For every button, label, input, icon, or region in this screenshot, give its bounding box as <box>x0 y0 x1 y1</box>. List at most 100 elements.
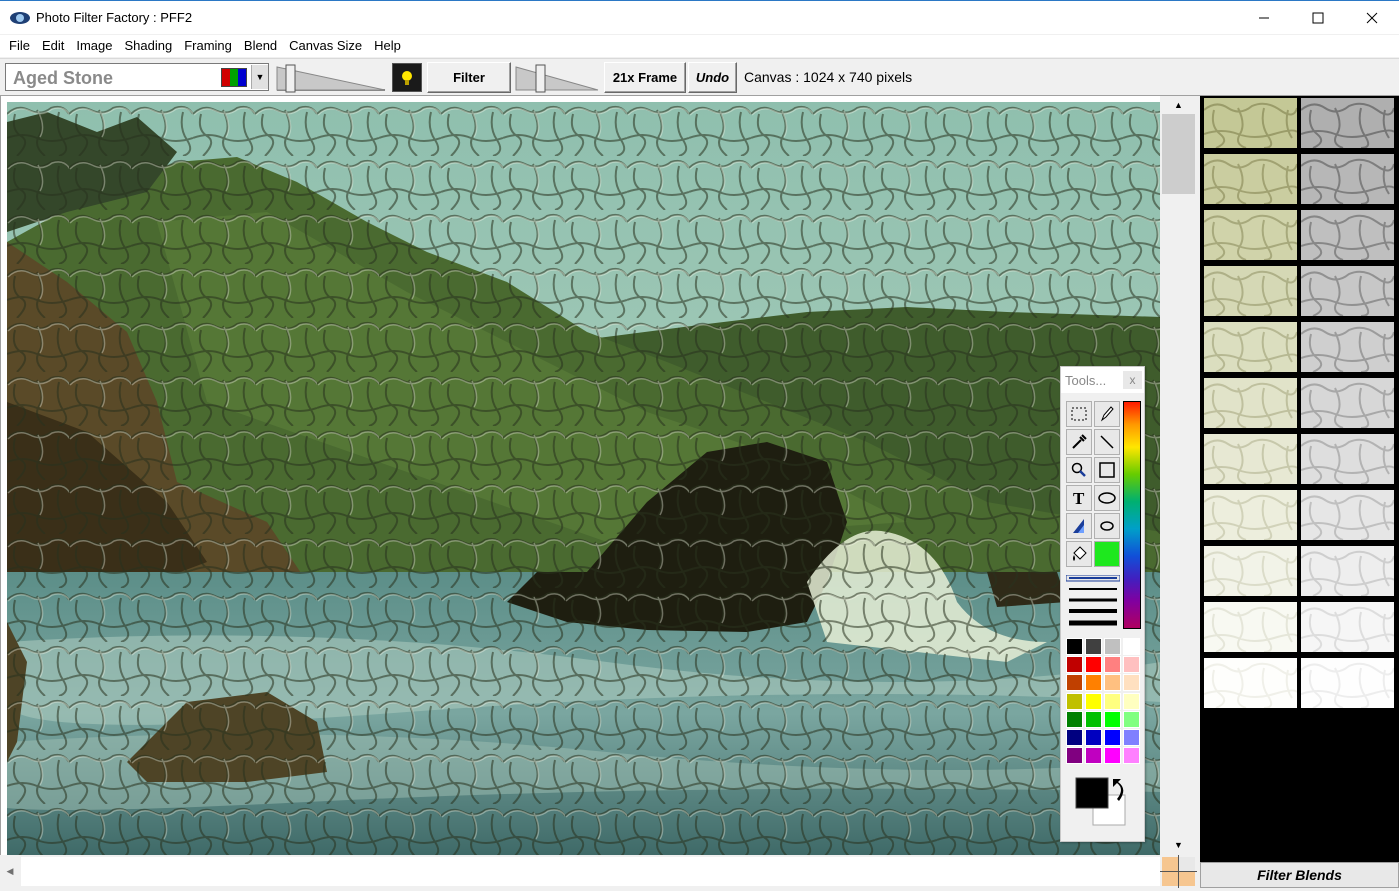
close-button[interactable] <box>1345 1 1399 35</box>
palette-swatch[interactable] <box>1066 692 1083 710</box>
menu-image[interactable]: Image <box>70 35 118 57</box>
magnifier-tool[interactable] <box>1066 457 1092 483</box>
vertical-scroll-thumb[interactable] <box>1162 114 1195 194</box>
minimize-icon <box>1259 17 1269 19</box>
palette-swatch[interactable] <box>1066 729 1083 746</box>
palette-swatch[interactable] <box>1085 674 1102 692</box>
palette-swatch[interactable] <box>1123 729 1140 746</box>
palette-swatch[interactable] <box>1085 747 1102 765</box>
filter-blend-thumbnail[interactable] <box>1301 266 1394 316</box>
palette-swatch[interactable] <box>1066 674 1083 692</box>
paint-bucket-tool[interactable] <box>1066 541 1092 567</box>
tools-close-button[interactable]: x <box>1123 371 1142 389</box>
frame-slider[interactable] <box>514 63 600 93</box>
filter-blend-thumbnail[interactable] <box>1301 490 1394 540</box>
filter-blend-thumbnail[interactable] <box>1204 658 1297 708</box>
palette-swatch[interactable] <box>1123 674 1140 692</box>
palette-swatch[interactable] <box>1085 638 1102 655</box>
menu-canvas-size[interactable]: Canvas Size <box>283 35 368 57</box>
palette-swatch[interactable] <box>1085 710 1102 728</box>
palette-swatch[interactable] <box>1085 692 1102 710</box>
palette-swatch[interactable] <box>1123 710 1140 728</box>
text-tool[interactable]: T <box>1066 485 1092 511</box>
palette-swatch[interactable] <box>1066 656 1083 674</box>
canvas-area[interactable] <box>0 96 1161 855</box>
horizontal-scroll-thumb[interactable] <box>21 857 1160 886</box>
filter-blend-thumbnail[interactable] <box>1204 322 1297 372</box>
menu-framing[interactable]: Framing <box>178 35 238 57</box>
ellipse-tool[interactable] <box>1094 485 1120 511</box>
scroll-left-icon[interactable]: ◀ <box>0 855 20 888</box>
grid-toggle-button[interactable] <box>1160 855 1197 888</box>
palette-swatch[interactable] <box>1104 674 1121 692</box>
scroll-down-icon[interactable]: ▼ <box>1160 836 1197 853</box>
palette-swatch[interactable] <box>1066 747 1083 765</box>
menu-edit[interactable]: Edit <box>36 35 70 57</box>
eyedropper-icon <box>1072 434 1087 449</box>
filter-blend-thumbnail[interactable] <box>1204 98 1297 148</box>
palette-swatch[interactable] <box>1104 710 1121 728</box>
filter-blend-thumbnail[interactable] <box>1204 546 1297 596</box>
filter-blend-thumbnail[interactable] <box>1301 434 1394 484</box>
undo-button[interactable]: Undo <box>688 62 737 93</box>
vertical-scrollbar[interactable]: ▲ ▼ <box>1160 96 1197 855</box>
filter-blend-thumbnail[interactable] <box>1301 546 1394 596</box>
pencil-tool[interactable] <box>1094 401 1120 427</box>
palette-swatch[interactable] <box>1104 638 1121 655</box>
menu-help[interactable]: Help <box>368 35 407 57</box>
line-width-selector[interactable] <box>1066 575 1120 631</box>
gradient-tool[interactable] <box>1066 513 1092 539</box>
palette-swatch[interactable] <box>1123 747 1140 765</box>
palette-swatch[interactable] <box>1123 656 1140 674</box>
filter-select[interactable]: Aged Stone ▼ <box>5 63 269 91</box>
photo-canvas[interactable] <box>7 102 1161 855</box>
filter-blend-thumbnail[interactable] <box>1301 602 1394 652</box>
palette-swatch[interactable] <box>1104 656 1121 674</box>
horizontal-scrollbar[interactable]: ◀ <box>0 855 1160 888</box>
close-icon <box>1366 12 1378 24</box>
filter-blend-thumbnail[interactable] <box>1301 210 1394 260</box>
filter-blend-thumbnail[interactable] <box>1204 378 1297 428</box>
filter-blend-thumbnail[interactable] <box>1204 490 1297 540</box>
current-color-swatch[interactable] <box>1094 541 1120 567</box>
line-tool[interactable] <box>1094 429 1120 455</box>
palette-swatch[interactable] <box>1104 729 1121 746</box>
filter-blend-thumbnail[interactable] <box>1301 378 1394 428</box>
palette-swatch[interactable] <box>1066 638 1083 655</box>
palette-swatch[interactable] <box>1085 729 1102 746</box>
lightbulb-button[interactable] <box>392 63 422 92</box>
filter-blend-thumbnail[interactable] <box>1301 658 1394 708</box>
palette-swatch[interactable] <box>1066 710 1083 728</box>
filter-blend-thumbnail[interactable] <box>1301 322 1394 372</box>
strength-slider[interactable] <box>273 63 389 93</box>
filter-blend-thumbnail[interactable] <box>1204 602 1297 652</box>
menu-shading[interactable]: Shading <box>119 35 179 57</box>
filter-blend-thumbnail[interactable] <box>1301 154 1394 204</box>
minimize-button[interactable] <box>1237 1 1291 35</box>
frame-button[interactable]: 21x Frame <box>604 62 686 93</box>
filter-blend-thumbnail[interactable] <box>1204 154 1297 204</box>
filter-blend-thumbnail[interactable] <box>1301 98 1394 148</box>
menu-blend[interactable]: Blend <box>238 35 283 57</box>
palette-swatch[interactable] <box>1123 692 1140 710</box>
rectangle-tool[interactable] <box>1094 457 1120 483</box>
palette-swatch[interactable] <box>1104 692 1121 710</box>
rgb-channel-icon[interactable] <box>221 68 247 87</box>
palette-swatch[interactable] <box>1085 656 1102 674</box>
toolbar: Aged Stone ▼ Filter 21x Frame Undo Canva… <box>0 58 1399 96</box>
small-ellipse-tool[interactable] <box>1094 513 1120 539</box>
maximize-button[interactable] <box>1291 1 1345 35</box>
fg-bg-color-selector[interactable] <box>1073 775 1129 831</box>
filter-button[interactable]: Filter <box>427 62 511 93</box>
filter-blend-thumbnail[interactable] <box>1204 210 1297 260</box>
filter-blend-thumbnail[interactable] <box>1204 266 1297 316</box>
eyedropper-tool[interactable] <box>1066 429 1092 455</box>
palette-swatch[interactable] <box>1104 747 1121 765</box>
scroll-up-icon[interactable]: ▲ <box>1160 96 1197 113</box>
select-rect-tool[interactable] <box>1066 401 1092 427</box>
menu-file[interactable]: File <box>3 35 36 57</box>
palette-swatch[interactable] <box>1123 638 1140 655</box>
chevron-down-icon[interactable]: ▼ <box>251 65 268 89</box>
filter-blend-thumbnail[interactable] <box>1204 434 1297 484</box>
hue-spectrum-bar[interactable] <box>1123 401 1141 629</box>
